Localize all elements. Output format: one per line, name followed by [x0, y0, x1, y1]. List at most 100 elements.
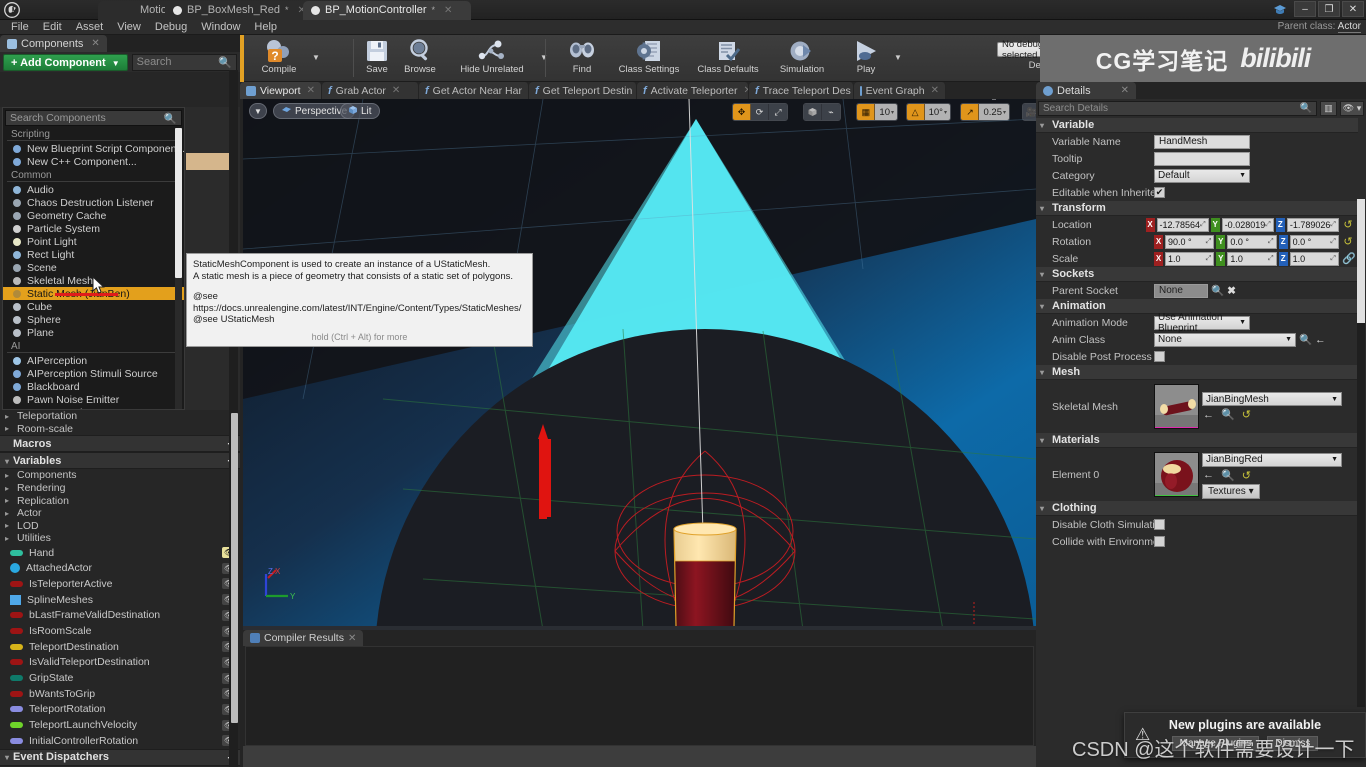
variable-category-rendering[interactable]: ▸ Rendering [0, 482, 240, 495]
tab-close-icon[interactable]: ✕ [91, 38, 99, 49]
details-section-mesh[interactable]: ▾ Mesh [1036, 365, 1358, 380]
toolbar-class-settings-button[interactable]: Class Settings [612, 37, 686, 75]
grid-snap-value[interactable]: 10 ▾ [875, 104, 897, 120]
variable-row[interactable]: GripState👁 [0, 670, 240, 686]
details-search-input[interactable]: Search Details 🔍 [1038, 100, 1317, 116]
scale-mode-button[interactable]: ⤢ [769, 104, 787, 120]
tab-viewport[interactable]: Viewport ✕ [240, 82, 322, 99]
dropdown-item-audio[interactable]: Audio [3, 183, 184, 196]
grid-snap-toggle[interactable]: ▦ [857, 104, 876, 120]
variable-category-replication[interactable]: ▸ Replication [0, 494, 240, 507]
dropdown-item-blackboard[interactable]: Blackboard [3, 380, 184, 393]
toolbar-play-button[interactable]: Play [840, 37, 892, 75]
axis-y-input[interactable]: 1.0 ⤢ [1227, 251, 1277, 266]
minimize-button[interactable]: – [1294, 1, 1316, 17]
components-search-input[interactable]: Search 🔍 [131, 53, 237, 71]
checkbox[interactable] [1154, 536, 1165, 547]
tree-item-room-scale[interactable]: ▸ Room-scale [0, 423, 240, 436]
dropdown-item-point-light[interactable]: Point Light [3, 235, 184, 248]
toolbar-simulation-button[interactable]: Simulation [770, 37, 834, 75]
reset-to-default-icon[interactable]: ↺ [1242, 469, 1251, 482]
variable-row[interactable]: SplineMeshes👁 [0, 592, 240, 608]
dropdown-search-input[interactable]: Search Components 🔍 [5, 110, 182, 126]
axis-x-input[interactable]: -12.78564 ⤢ [1156, 217, 1209, 232]
tree-item-teleportation[interactable]: ▸ Teleportation [0, 410, 240, 423]
rotate-mode-button[interactable]: ⟳ [751, 104, 769, 120]
view-options-button[interactable]: 👁 ▾ [1340, 100, 1364, 116]
scale-snap-group[interactable]: ↗ 0.25 ▾ [960, 103, 1010, 121]
variable-row[interactable]: TeleportRotation👁 [0, 702, 240, 718]
menu-item-file[interactable]: File [4, 20, 36, 35]
display-columns-button[interactable]: ▥ [1320, 100, 1337, 116]
menu-item-help[interactable]: Help [247, 20, 284, 35]
checkbox[interactable] [1154, 519, 1165, 530]
variable-row[interactable]: IsTeleporterActive👁 [0, 576, 240, 592]
shading-mode-button[interactable]: Lit [340, 103, 380, 119]
dropdown-item-pawn-noise-emitter[interactable]: Pawn Noise Emitter [3, 393, 184, 406]
viewport-options-button[interactable]: ▼ [249, 103, 267, 119]
combo-box[interactable]: None ▼ [1154, 332, 1296, 347]
variable-category-utilities[interactable]: ▸ Utilities [0, 532, 240, 545]
left-panel-scrollbar-thumb[interactable] [231, 413, 238, 723]
browse-asset-icon[interactable]: 🔍 [1299, 333, 1312, 346]
surface-snap-button[interactable]: ⌁ [822, 104, 840, 120]
event-dispatchers-section-header[interactable]: ▾Event Dispatchers + [0, 748, 240, 766]
dropdown-item-scene[interactable]: Scene [3, 261, 184, 274]
chevron-down-icon[interactable]: ▼ [894, 53, 902, 62]
toolbar-compile-button[interactable]: ? Compile [248, 37, 310, 75]
axis-z-input[interactable]: -1.789026 ⤢ [1286, 217, 1339, 232]
variable-row[interactable]: bWantsToGrip👁 [0, 686, 240, 702]
dropdown-item-new-c-component[interactable]: New C++ Component... [3, 155, 184, 168]
dropdown-item-chaos-destruction-listener[interactable]: Chaos Destruction Listener [3, 196, 184, 209]
tab-close-icon-2[interactable]: ✕ [444, 1, 452, 20]
combo-box[interactable]: Default ▼ [1154, 168, 1250, 183]
variable-row[interactable]: TeleportLaunchVelocity👁 [0, 717, 240, 733]
axis-y-input[interactable]: 0.0 ° ⤢ [1227, 234, 1277, 249]
tab-close-icon[interactable]: ✕ [307, 85, 315, 96]
dropdown-item-pawn-sensing[interactable]: Pawn Sensing [3, 406, 184, 409]
tab-activate-teleporter[interactable]: fActivate Teleporter✕ [637, 82, 749, 99]
camera-icon[interactable]: 🎥 [1022, 104, 1036, 120]
coordinate-system-group[interactable]: ⌁ [803, 103, 841, 121]
browse-asset-icon[interactable]: 🔍 [1221, 469, 1235, 482]
maximize-button[interactable]: ❐ [1318, 1, 1340, 17]
tab-get-actor-near-har[interactable]: fGet Actor Near Har✕ [419, 82, 529, 99]
compiler-results-log[interactable] [245, 646, 1034, 746]
menu-item-debug[interactable]: Debug [148, 20, 194, 35]
toolbar-class-defaults-button[interactable]: Class Defaults [692, 37, 764, 75]
variable-row[interactable]: Hand👁 [0, 545, 240, 561]
checkbox[interactable] [1154, 351, 1165, 362]
toolbar-save-button[interactable]: Save [358, 37, 396, 75]
dropdown-item-geometry-cache[interactable]: Geometry Cache [3, 209, 184, 222]
use-selected-asset-icon[interactable]: ← [1315, 334, 1326, 346]
reset-to-default-icon[interactable]: ↺ [1342, 235, 1354, 248]
rotation-snap-value[interactable]: 10° ▾ [924, 104, 950, 120]
parent-class-value[interactable]: Actor [1337, 21, 1361, 33]
close-button[interactable]: ✕ [1342, 1, 1364, 17]
lock-ratio-icon[interactable]: 🔗 [1342, 252, 1356, 265]
variable-category-components[interactable]: ▸ Components [0, 469, 240, 482]
tab-details[interactable]: Details ✕ [1036, 82, 1137, 99]
axis-x-input[interactable]: 1.0 ⤢ [1165, 251, 1215, 266]
checkbox[interactable]: ✔ [1154, 187, 1165, 198]
variable-row[interactable]: IsRoomScale👁 [0, 623, 240, 639]
axis-x-input[interactable]: 90.0 ° ⤢ [1165, 234, 1215, 249]
dropdown-item-rect-light[interactable]: Rect Light [3, 248, 184, 261]
asset-thumbnail[interactable] [1154, 384, 1199, 429]
axis-z-input[interactable]: 0.0 ° ⤢ [1289, 234, 1339, 249]
tab-close-icon[interactable]: ✕ [931, 85, 939, 96]
menu-item-edit[interactable]: Edit [36, 20, 69, 35]
tab-get-teleport-destin[interactable]: fGet Teleport Destin✕ [529, 82, 637, 99]
details-section-variable[interactable]: ▾ Variable [1036, 118, 1358, 133]
reset-to-default-icon[interactable]: ↺ [1242, 408, 1251, 421]
tab-trace-teleport-des[interactable]: fTrace Teleport Des✕ [749, 82, 854, 99]
chevron-down-icon[interactable]: ▼ [312, 53, 320, 62]
grid-snap-group[interactable]: ▦ 10 ▾ [856, 103, 898, 121]
rotation-snap-toggle[interactable]: △ [906, 104, 925, 120]
details-section-clothing[interactable]: ▾ Clothing [1036, 501, 1358, 516]
camera-speed-group[interactable]: 🎥 4▾ [1021, 103, 1036, 121]
scale-snap-toggle[interactable]: ↗ [961, 104, 980, 120]
browse-asset-icon[interactable]: 🔍 [1221, 408, 1235, 421]
tab-components[interactable]: Components ✕ [0, 35, 107, 52]
tab-close-icon[interactable]: ✕ [348, 633, 356, 644]
